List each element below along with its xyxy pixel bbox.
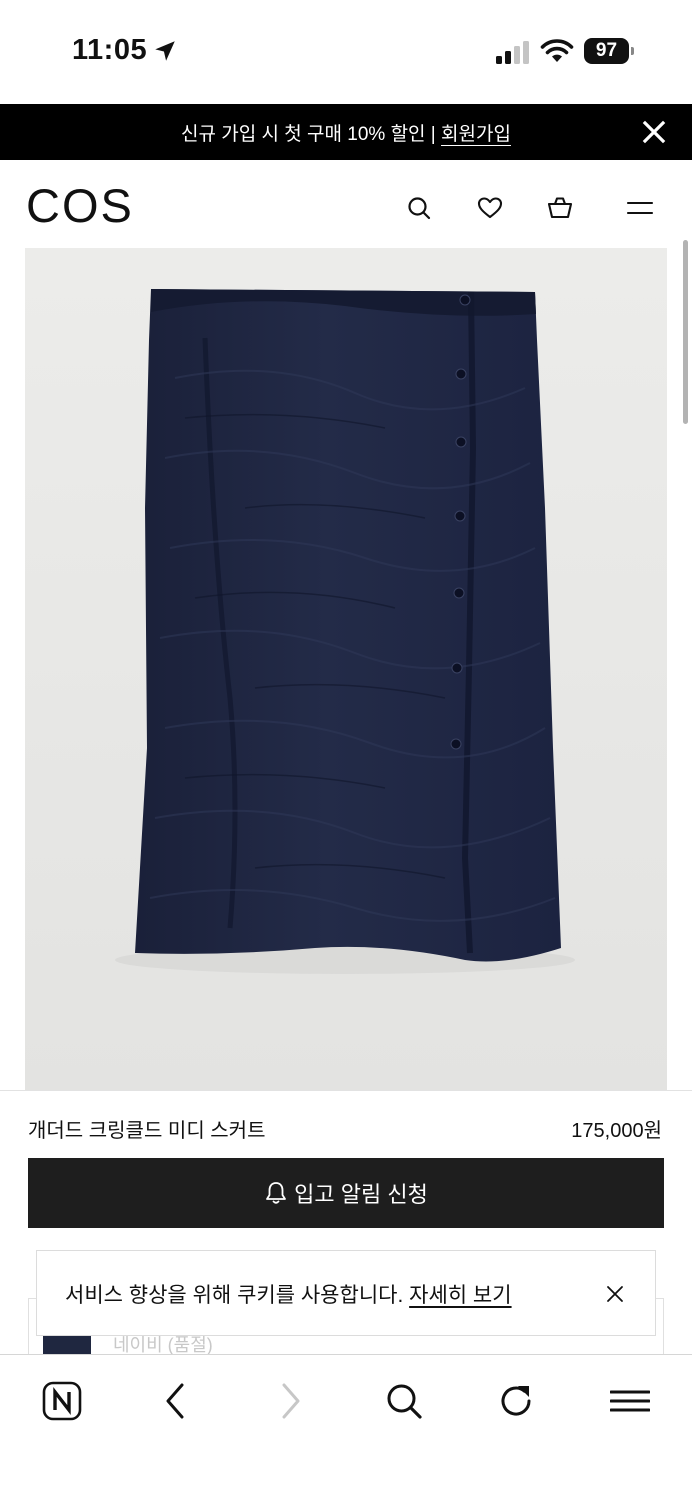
notify-button-label: 입고 알림 신청 [294,1182,428,1207]
close-icon[interactable] [642,120,666,144]
menu-icon[interactable] [610,1381,650,1421]
bag-icon[interactable] [546,194,574,222]
skirt-illustration [25,248,667,1090]
signup-link[interactable]: 회원가입 [441,124,511,145]
search-icon[interactable] [405,194,433,222]
promo-message: 신규 가입 시 첫 구매 10% 할인 | [181,124,442,145]
status-time: 11:05 [72,34,148,66]
battery-icon: 97 [584,38,634,64]
product-price: 175,000원 [571,1120,662,1142]
site-header: COS [0,160,692,248]
product-name: 개더드 크링클드 미디 스커트 [28,1120,266,1142]
browser-toolbar [0,1354,692,1500]
menu-icon[interactable] [626,194,654,222]
notify-restock-button[interactable]: 입고 알림 신청 [28,1158,664,1228]
cookie-details-link[interactable]: 자세히 보기 [409,1284,511,1307]
cos-logo[interactable]: COS [26,178,134,233]
status-bar: 11:05 97 [0,0,692,104]
divider [0,1090,692,1091]
wifi-icon [540,39,574,62]
heart-icon[interactable] [476,194,504,222]
battery-level: 97 [584,38,629,64]
back-icon[interactable] [156,1381,196,1421]
promo-text: 신규 가입 시 첫 구매 10% 할인 | 회원가입 [0,119,692,146]
product-image[interactable] [25,248,667,1090]
cookie-text: 서비스 향상을 위해 쿠키를 사용합니다. 자세히 보기 [65,1279,512,1309]
search-icon[interactable] [384,1381,424,1421]
scrollbar[interactable] [683,240,688,424]
location-arrow-icon [155,41,175,61]
cookie-notice: 서비스 향상을 위해 쿠키를 사용합니다. 자세히 보기 [36,1250,656,1336]
cookie-message: 서비스 향상을 위해 쿠키를 사용합니다. [65,1284,410,1307]
naver-home-icon[interactable] [42,1381,82,1421]
promo-banner: 신규 가입 시 첫 구매 10% 할인 | 회원가입 [0,104,692,160]
close-icon[interactable] [605,1284,625,1304]
forward-icon[interactable] [270,1381,310,1421]
refresh-icon[interactable] [496,1381,536,1421]
battery-tip [631,47,634,55]
signal-icon [496,41,529,64]
bell-icon [266,1182,287,1204]
